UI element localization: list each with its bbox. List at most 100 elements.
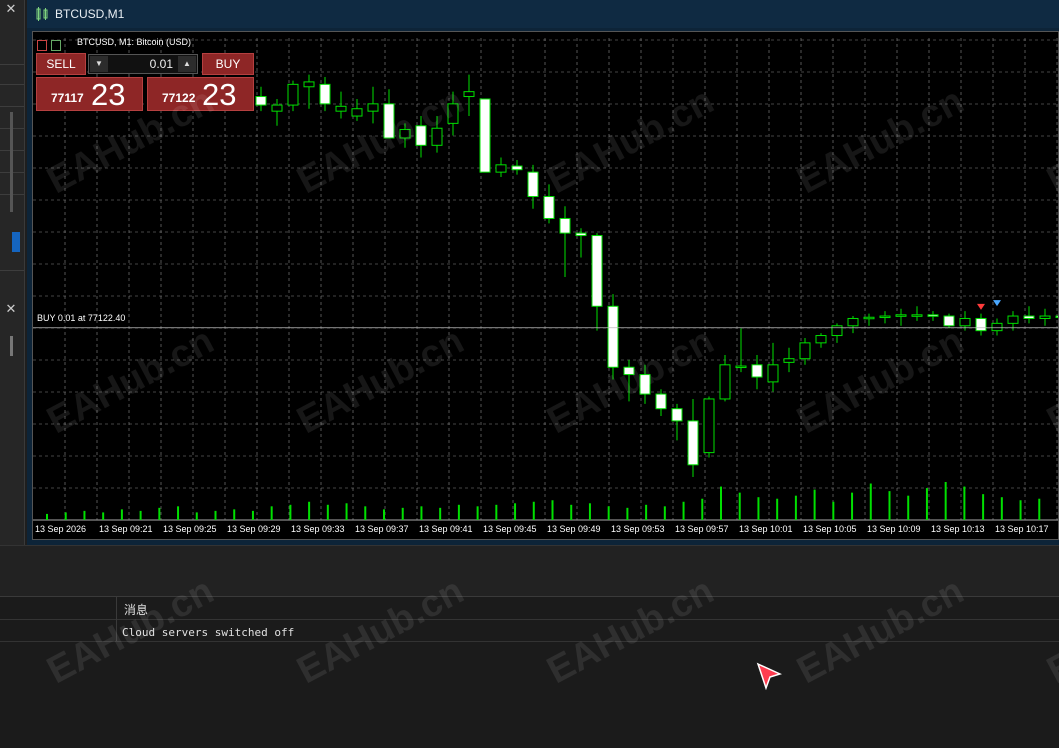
chart-window: BTCUSD,M1 13 Sep 2026 13 Sep 09:21 13 Sep …: [27, 0, 1059, 545]
candle-body: [847, 317, 859, 327]
buy-price-prefix: 77122: [162, 91, 196, 105]
x-tick-label: 13 Sep 09:37: [355, 524, 409, 534]
column-divider: [116, 597, 117, 641]
buy-price-pips: 23: [202, 77, 237, 112]
candle-body: [255, 96, 267, 106]
candle-body: [1007, 315, 1019, 324]
candle-body: [383, 103, 395, 139]
candle-body: [687, 420, 699, 466]
x-tick-label: 13 Sep 09:29: [227, 524, 281, 534]
candle-body: [943, 315, 955, 327]
lot-increase-icon[interactable]: ▲: [178, 56, 196, 72]
x-tick-label: 13 Sep 09:57: [675, 524, 729, 534]
candle-body: [511, 165, 523, 171]
candle-body: [911, 314, 923, 317]
candle-body: [735, 365, 747, 369]
journal-header: [0, 597, 1059, 620]
x-tick-label: 13 Sep 10:13: [931, 524, 985, 534]
candle-body: [527, 171, 539, 198]
sell-price-prefix: 77117: [51, 91, 84, 105]
message-column-header[interactable]: 消息: [124, 601, 148, 618]
scrollbar[interactable]: [10, 336, 13, 356]
candle-body: [879, 315, 891, 319]
bottom-strip: [0, 545, 1059, 596]
candle-body: [751, 364, 763, 378]
candle-body: [575, 232, 587, 237]
candles-icon: [36, 7, 48, 21]
chart-title-bar[interactable]: BTCUSD,M1: [27, 0, 1059, 28]
lot-size-stepper[interactable]: ▼ 0.01 ▲: [88, 54, 198, 74]
candle-body: [415, 125, 427, 146]
candle-body: [1055, 315, 1058, 319]
x-tick-label: 13 Sep 09:25: [163, 524, 217, 534]
candle-body: [543, 196, 555, 219]
window-title: BTCUSD,M1: [55, 7, 125, 21]
buy-button[interactable]: BUY: [202, 53, 254, 75]
candle-body: [767, 364, 779, 383]
candle-body: [351, 108, 363, 117]
row-divider: [0, 641, 1059, 642]
flag-icon: [37, 40, 47, 52]
x-tick-label: 13 Sep 10:01: [739, 524, 793, 534]
candle-body: [703, 398, 715, 454]
candle-body: [367, 103, 379, 112]
panel-divider: [0, 64, 24, 65]
candle-body: [463, 91, 475, 98]
candle-body: [671, 408, 683, 422]
one-click-trading-panel: SELL ▼ 0.01 ▲ BUY 77117 23 77122 23: [36, 53, 254, 112]
candle-body: [591, 235, 603, 307]
candle-body: [655, 393, 667, 410]
x-tick-label: 13 Sep 2026: [35, 524, 86, 534]
position-label[interactable]: BUY 0.01 at 77122.40: [37, 313, 125, 323]
candle-body: [799, 342, 811, 360]
journal-message[interactable]: Cloud servers switched off: [122, 626, 294, 639]
x-tick-label: 13 Sep 10:17: [995, 524, 1049, 534]
sell-price-button[interactable]: 77117 23: [36, 77, 143, 112]
candle-body: [399, 128, 411, 139]
mouse-pointer-icon: [756, 662, 782, 690]
candle-body: [303, 81, 315, 88]
candle-body: [719, 364, 731, 400]
candle-body: [623, 366, 635, 376]
candle-body: [287, 83, 299, 106]
x-tick-label: 13 Sep 09:49: [547, 524, 601, 534]
candle-body: [831, 325, 843, 337]
candle-body: [431, 127, 443, 146]
x-tick-label: 13 Sep 09:45: [483, 524, 537, 534]
scrollbar[interactable]: [10, 112, 13, 212]
candle-body: [927, 314, 939, 317]
journal-panel: 消息 Cloud servers switched off: [0, 596, 1059, 748]
sell-button[interactable]: SELL: [36, 53, 86, 75]
panel-divider: [0, 106, 24, 107]
candle-body: [335, 105, 347, 112]
candle-body: [1039, 315, 1051, 319]
chart-canvas[interactable]: 13 Sep 2026 13 Sep 09:21 13 Sep 09:25 13 Se…: [32, 31, 1059, 540]
candle-body: [783, 358, 795, 363]
close-icon[interactable]: ✕: [2, 302, 20, 316]
candle-body: [959, 317, 971, 327]
x-tick-label: 13 Sep 10:05: [803, 524, 857, 534]
selected-item-indicator: [12, 232, 20, 252]
candle-body: [495, 164, 507, 173]
panel-divider: [0, 270, 24, 271]
candle-body: [991, 322, 1003, 332]
candle-body: [319, 83, 331, 105]
x-tick-label: 13 Sep 10:09: [867, 524, 921, 534]
buy-price-button[interactable]: 77122 23: [147, 77, 254, 112]
candle-body: [1023, 315, 1035, 319]
candle-body: [447, 103, 459, 124]
close-icon[interactable]: ✕: [2, 2, 20, 16]
flag-icon: [51, 40, 62, 52]
lot-decrease-icon[interactable]: ▼: [90, 56, 108, 72]
x-tick-label: 13 Sep 09:53: [611, 524, 665, 534]
panel-divider: [0, 84, 24, 85]
chart-symbol-label: BTCUSD, M1: Bitcoin (USD): [77, 37, 192, 47]
sell-price-pips: 23: [91, 77, 126, 112]
candle-body: [975, 317, 987, 332]
candle-body: [559, 217, 571, 234]
navigator-panel: ✕ ✕: [0, 0, 25, 565]
candle-body: [895, 314, 907, 317]
x-tick-label: 13 Sep 09:33: [291, 524, 345, 534]
lot-size-value[interactable]: 0.01: [150, 57, 173, 71]
candle-body: [607, 305, 619, 368]
